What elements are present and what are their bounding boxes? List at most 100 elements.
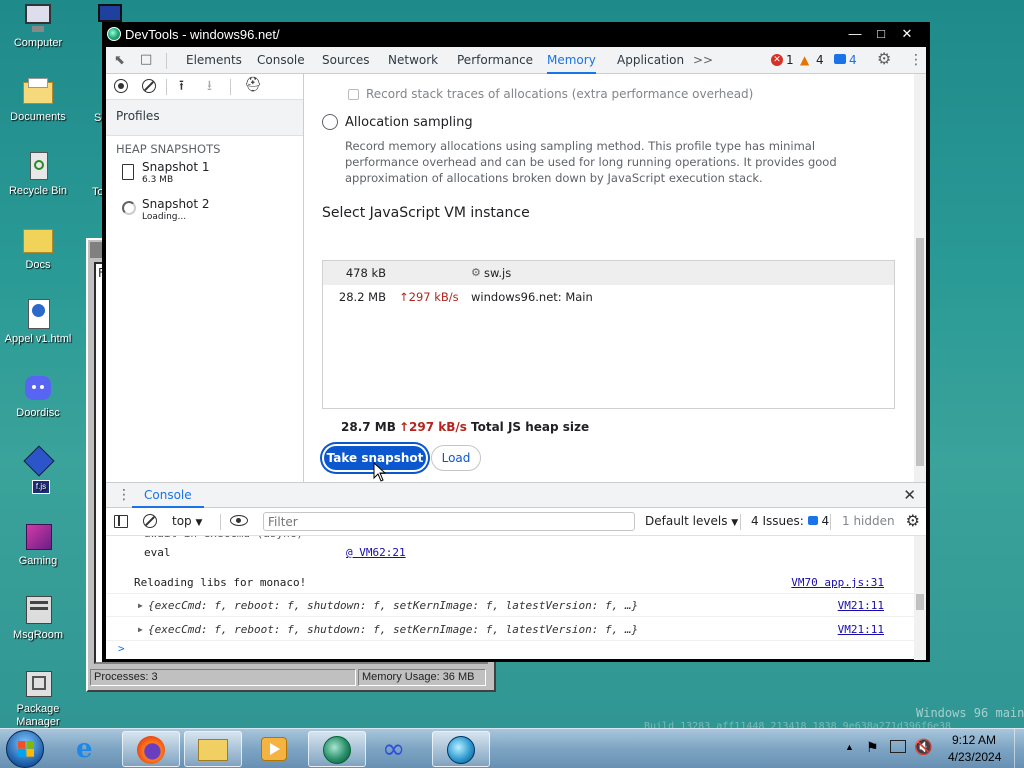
console-source-link[interactable]: VM21:11 <box>838 595 884 617</box>
devtools-tabbar: ⬉ □ Elements Console Sources Network Per… <box>106 47 926 74</box>
desktop-icon-documents[interactable]: Documents <box>0 76 78 124</box>
total-heap-size: 28.7 MB <box>341 420 396 434</box>
maximize-button[interactable]: □ <box>868 24 894 44</box>
action-center-flag-icon[interactable]: ⚑ <box>866 739 879 756</box>
recycle-bin-icon <box>22 150 54 182</box>
desktop-icon-docs[interactable]: Docs <box>0 224 78 272</box>
show-desktop-button[interactable] <box>1014 729 1024 768</box>
tab-performance[interactable]: Performance <box>457 47 533 74</box>
memory-panel-scrollbar[interactable] <box>914 74 926 482</box>
tab-memory[interactable]: Memory <box>547 47 596 74</box>
default-levels-dropdown[interactable]: Default levels ▼ <box>645 514 738 528</box>
devtools-body: ⬉ □ Elements Console Sources Network Per… <box>106 47 926 660</box>
expand-arrow-icon[interactable]: ▶ <box>138 619 143 641</box>
taskbar: e ∞ ▲ ⚑ 🔇 9:12 AM 4/23/2024 <box>0 728 1024 768</box>
start-button[interactable] <box>6 730 44 768</box>
console-scrollbar[interactable] <box>914 536 926 660</box>
sidebar-toggle-icon[interactable] <box>114 515 128 528</box>
message-count[interactable]: 4 <box>849 53 857 67</box>
desktop-icon-msgroom[interactable]: MsgRoom <box>0 594 78 642</box>
console-prompt[interactable]: > <box>118 642 125 655</box>
error-icon: ✕ <box>771 54 783 66</box>
taskbar-firefox[interactable] <box>122 731 180 767</box>
live-expression-eye-icon[interactable] <box>230 515 248 526</box>
tab-console[interactable]: Console <box>257 47 305 74</box>
desktop-icon-label: Doordisc <box>16 407 60 419</box>
desktop-icon-computer[interactable]: Computer <box>0 2 78 50</box>
taskbar-devtools[interactable] <box>308 731 366 767</box>
record-button[interactable] <box>114 79 128 93</box>
console-toolbar: top ▼ Default levels ▼ 4 Issues: 4 1 hid… <box>106 508 926 536</box>
console-source-link[interactable]: VM21:11 <box>838 619 884 641</box>
desktop-icon-gaming[interactable]: Gaming <box>0 520 78 568</box>
taskbar-infinity-app[interactable]: ∞ <box>370 731 428 767</box>
kebab-menu-icon[interactable]: ⋮ <box>909 52 923 68</box>
desktop-icon-package-manager[interactable]: Package Manager <box>0 668 78 729</box>
tab-application[interactable]: Application <box>617 47 684 74</box>
error-count[interactable]: 1 <box>786 53 794 67</box>
minimize-button[interactable]: — <box>842 24 868 44</box>
window-title: DevTools - windows96.net/ <box>125 27 280 42</box>
vm-instance-row[interactable]: 28.2 MB ↑297 kB/s windows96.net: Main <box>323 285 894 309</box>
tab-sources[interactable]: Sources <box>322 47 369 74</box>
clock-time[interactable]: 9:12 AM <box>952 733 996 747</box>
warning-count[interactable]: 4 <box>816 53 824 67</box>
taskbar-explorer[interactable] <box>184 731 242 767</box>
desktop-icon-js-file[interactable]: f.js <box>0 445 78 501</box>
console-settings-icon[interactable]: ⚙ <box>906 511 920 530</box>
console-log: await in execCmd (async) eval @ VM62:21 … <box>106 536 914 660</box>
console-filter-input[interactable] <box>263 512 635 531</box>
more-tabs-button[interactable]: >> <box>693 47 713 74</box>
tab-network[interactable]: Network <box>388 47 438 74</box>
devtools-window[interactable]: DevTools - windows96.net/ — □ ✕ ⬉ □ Elem… <box>102 22 930 662</box>
snapshot-item[interactable]: Snapshot 1 6.3 MB <box>106 158 303 192</box>
tab-elements[interactable]: Elements <box>186 47 242 74</box>
vm-instance-name: sw.js <box>484 266 512 280</box>
desktop-icon-appel-html[interactable]: Appel v1.html <box>0 298 78 346</box>
devtools-titlebar[interactable]: DevTools - windows96.net/ — □ ✕ <box>103 23 929 47</box>
expand-arrow-icon[interactable]: ▶ <box>138 595 143 617</box>
download-icon[interactable]: ⭳ <box>207 78 212 94</box>
loading-spinner-icon <box>122 201 136 215</box>
network-icon[interactable] <box>890 740 906 753</box>
volume-muted-icon[interactable]: 🔇 <box>914 738 933 756</box>
taskbar-media-player[interactable] <box>246 731 304 767</box>
desktop-icon-recycle-bin[interactable]: Recycle Bin <box>0 150 78 198</box>
desktop-icon-label: Computer <box>13 37 63 49</box>
console-text: Reloading libs for monaco! <box>134 576 307 589</box>
console-source-link[interactable]: @ VM62:21 <box>346 542 406 564</box>
radio-allocation-sampling[interactable] <box>322 114 338 130</box>
show-hidden-icons-button[interactable]: ▲ <box>845 742 854 752</box>
profiles-sidebar: ⭱ ⭳ ⛑ Profiles HEAP SNAPSHOTS Snapshot 1… <box>106 74 304 482</box>
desktop-icon-doordisc[interactable]: Doordisc <box>0 372 78 420</box>
taskbar-internet-explorer[interactable]: e <box>60 731 118 767</box>
console-line[interactable]: ▶ {execCmd: f, reboot: f, shutdown: f, s… <box>106 619 914 641</box>
drawer-menu-icon[interactable]: ⋮ <box>117 487 131 503</box>
context-selector[interactable]: top ▼ <box>172 514 202 528</box>
load-button[interactable]: Load <box>431 445 481 471</box>
clear-icon[interactable] <box>142 79 156 93</box>
clock-date[interactable]: 4/23/2024 <box>948 750 1001 764</box>
device-toolbar-icon[interactable]: □ <box>140 52 152 68</box>
snapshot-item[interactable]: Snapshot 2 Loading... <box>106 195 303 229</box>
taskbar-globe-app[interactable] <box>432 731 490 767</box>
console-line[interactable]: ▶ {execCmd: f, reboot: f, shutdown: f, s… <box>106 595 914 617</box>
globe-icon <box>323 736 351 764</box>
close-drawer-icon[interactable]: ✕ <box>903 486 916 504</box>
windows-logo-icon <box>18 741 34 757</box>
close-button[interactable]: ✕ <box>894 24 920 44</box>
drawer-tab-console[interactable]: Console <box>132 483 204 508</box>
vm-instance-row[interactable]: 478 kB ⚙ sw.js <box>323 261 894 285</box>
settings-gear-icon[interactable]: ⚙ <box>877 51 891 67</box>
checkbox-record-stack-traces[interactable] <box>348 89 359 100</box>
upload-icon[interactable]: ⭱ <box>179 78 184 94</box>
memory-main-panel: Record stack traces of allocations (extr… <box>305 74 926 482</box>
allocation-sampling-description: Record memory allocations using sampling… <box>345 139 837 185</box>
console-source-link[interactable]: VM70 app.js:31 <box>791 572 884 594</box>
garbage-collect-icon[interactable]: ⛑ <box>244 77 262 93</box>
desktop-icon-partial-2-label: S <box>94 112 102 124</box>
issues-button[interactable]: 4 Issues: 4 <box>751 514 829 528</box>
clear-console-icon[interactable] <box>143 514 157 528</box>
inspect-element-icon[interactable]: ⬉ <box>114 53 125 69</box>
firefox-icon <box>137 736 165 764</box>
